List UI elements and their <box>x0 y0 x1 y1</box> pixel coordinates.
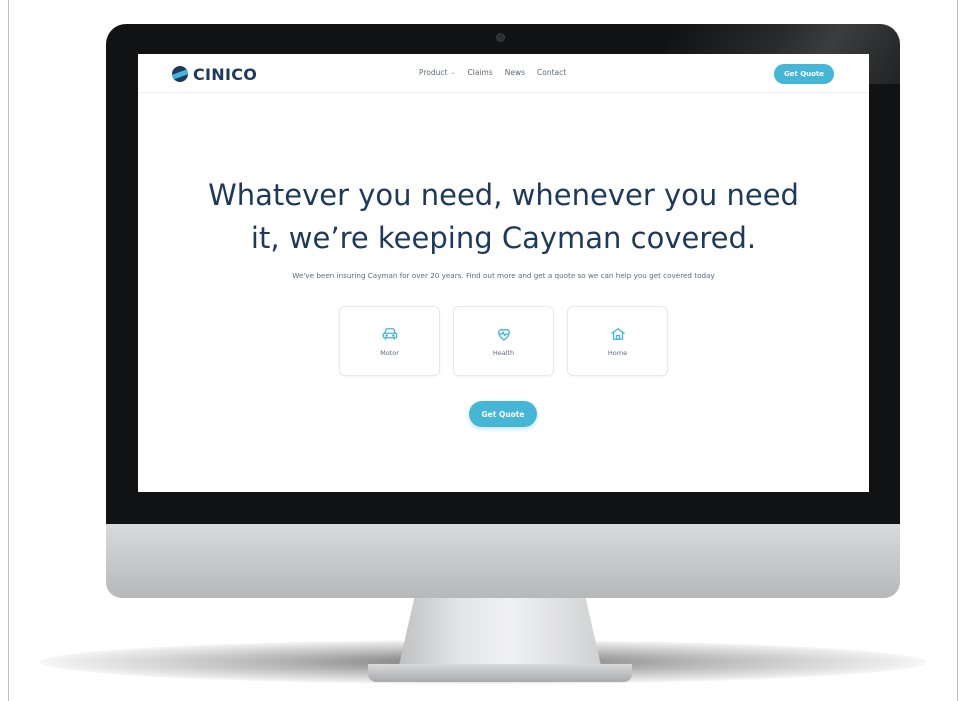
monitor-chin <box>106 524 900 598</box>
house-icon <box>610 328 625 340</box>
nav-item-contact[interactable]: Contact <box>537 68 566 77</box>
heart-pulse-icon <box>497 328 510 341</box>
hero-get-quote-button[interactable]: Get Quote <box>469 401 537 427</box>
nav-item-product[interactable]: Product ⌄ <box>419 68 456 77</box>
hero-title-line: Whatever you need, whenever you need <box>208 178 799 212</box>
card-label: Motor <box>380 349 399 357</box>
camera-icon <box>497 34 504 41</box>
monitor-stand-base <box>368 664 632 682</box>
product-card-motor[interactable]: Motor <box>339 306 440 376</box>
chevron-down-icon: ⌄ <box>450 69 456 76</box>
nav-item-news[interactable]: News <box>505 68 525 77</box>
product-card-home[interactable]: Home <box>567 306 668 376</box>
car-icon <box>382 328 397 340</box>
header-get-quote-button[interactable]: Get Quote <box>774 64 834 84</box>
logo-icon <box>172 66 188 82</box>
website-screen: CINICO Product ⌄ Claims News Contact Get… <box>138 54 869 492</box>
site-logo[interactable]: CINICO <box>172 64 258 84</box>
main-nav: Product ⌄ Claims News Contact <box>419 68 566 77</box>
card-label: Home <box>607 349 628 357</box>
site-header: CINICO Product ⌄ Claims News Contact Get… <box>138 54 869 93</box>
monitor-stand <box>398 598 602 670</box>
hero-subtitle: We've been insuring Cayman for over 20 y… <box>292 271 715 280</box>
nav-item-label: Product <box>419 68 448 77</box>
hero-title-line: it, we’re keeping Cayman covered. <box>250 221 757 255</box>
hero-title: Whatever you need, whenever you need it,… <box>158 174 849 260</box>
logo-text: CINICO <box>193 64 258 84</box>
product-card-health[interactable]: Health <box>453 306 554 376</box>
product-cards: Motor Health Home <box>339 306 668 376</box>
nav-item-claims[interactable]: Claims <box>468 68 493 77</box>
card-label: Health <box>492 349 515 357</box>
